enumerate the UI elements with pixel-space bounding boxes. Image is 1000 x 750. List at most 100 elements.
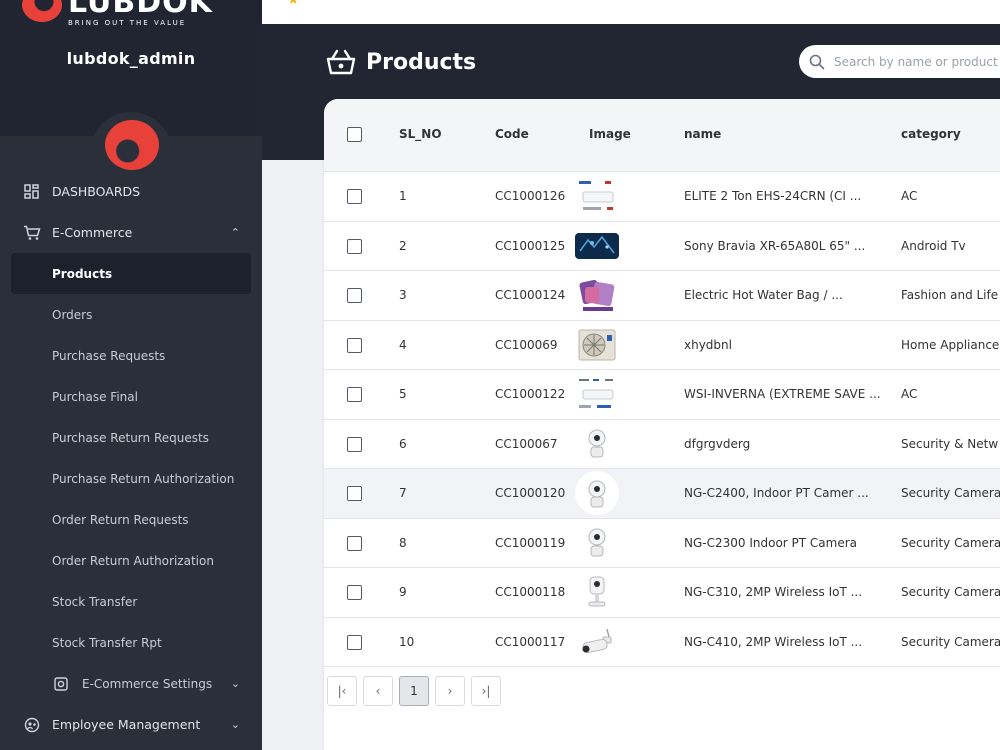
sidebar-item-stock-transfer[interactable]: Stock Transfer xyxy=(0,581,262,622)
sidebar-item-purchase-return-authorization[interactable]: Purchase Return Authorization xyxy=(0,458,262,499)
cell-category: Security Camera xyxy=(901,634,1000,649)
chevron-down-icon: ⌄ xyxy=(230,677,240,690)
page-title: Products xyxy=(326,48,476,76)
chevron-down-icon: ⌄ xyxy=(230,718,240,731)
table-header: SL_NO Code Image name category xyxy=(324,99,1000,172)
cell-name: NG-C310, 2MP Wireless IoT ... xyxy=(684,585,863,599)
tv-image xyxy=(574,226,620,266)
sidebar-item-stock-transfer-rpt[interactable]: Stock Transfer Rpt xyxy=(0,622,262,663)
table-row[interactable]: 2 CC1000125 Sony Bravia XR-65A80L 65" ..… xyxy=(324,221,1000,271)
page-title-text: Products xyxy=(366,49,477,75)
sidebar-item-label: Purchase Return Requests xyxy=(52,430,209,445)
cell-code: CC1000124 xyxy=(495,288,566,302)
sidebar-nav: DASHBOARDS E-Commerce ⌃ Products Orders … xyxy=(0,171,262,745)
star-icon[interactable]: ★ xyxy=(287,0,300,8)
sidebar-item-purchase-return-requests[interactable]: Purchase Return Requests xyxy=(0,417,262,458)
cell-name: Sony Bravia XR-65A80L 65" ... xyxy=(684,238,866,253)
sidebar-item-purchase-requests[interactable]: Purchase Requests xyxy=(0,335,262,376)
outdoor-unit-image xyxy=(574,325,620,365)
cell-code: CC100067 xyxy=(495,436,558,451)
sidebar-item-e-commerce[interactable]: E-Commerce ⌃ xyxy=(0,212,262,253)
sidebar-item-label: DASHBOARDS xyxy=(52,184,141,199)
cell-category: Fashion and Life xyxy=(901,288,999,302)
row-checkbox[interactable] xyxy=(347,634,362,650)
dashboard-icon xyxy=(23,183,41,201)
sidebar-item-label: E-Commerce xyxy=(52,225,133,240)
last-page-button[interactable]: ›| xyxy=(471,676,501,706)
sidebar-item-label: Order Return Authorization xyxy=(52,553,214,568)
cell-name: WSI-INVERNA (EXTREME SAVE ... xyxy=(684,387,881,401)
cell-name: NG-C2300 Indoor PT Camera xyxy=(684,535,858,550)
sidebar: LUBDOK BRING OUT THE VALUE lubdok_admin … xyxy=(0,0,262,750)
column-header-name[interactable]: name xyxy=(684,127,721,141)
basket-icon xyxy=(326,49,356,75)
sidebar-item-label: Products xyxy=(52,266,113,281)
first-page-button[interactable]: |‹ xyxy=(327,676,357,706)
camera-image xyxy=(574,523,620,563)
sidebar-item-employee-management[interactable]: Employee Management ⌄ xyxy=(0,704,262,745)
sidebar-item-label: Stock Transfer xyxy=(52,594,138,609)
ac-unit-image xyxy=(574,176,620,216)
cell-sl-no: 8 xyxy=(399,535,407,550)
column-header-image[interactable]: Image xyxy=(589,127,631,141)
row-checkbox[interactable] xyxy=(347,387,362,402)
table-row[interactable]: 7 CC1000120 NG-C2400, Indoor PT Camer ..… xyxy=(324,469,1000,519)
avatar-logo-icon xyxy=(105,120,159,170)
table-row[interactable]: 4 CC100069 xhydbnl Home Appliance xyxy=(324,320,1000,370)
avatar[interactable] xyxy=(90,112,172,170)
cart-icon xyxy=(23,224,41,242)
row-checkbox[interactable] xyxy=(347,585,362,600)
row-checkbox[interactable] xyxy=(347,238,362,254)
previous-page-button[interactable]: ‹ xyxy=(363,676,393,706)
sidebar-item-label: Purchase Final xyxy=(52,389,138,404)
brand-logo[interactable]: LUBDOK BRING OUT THE VALUE xyxy=(22,0,213,27)
table-row[interactable]: 6 CC100067 dfgrgvderg Security & Netw xyxy=(324,419,1000,469)
cell-category: Security & Netw xyxy=(901,436,999,451)
row-checkbox[interactable] xyxy=(347,337,362,353)
table-row[interactable]: 10 CC1000117 NG-C410, 2MP Wireless IoT .… xyxy=(324,617,1000,667)
sidebar-item-orders[interactable]: Orders xyxy=(0,294,262,335)
table-row[interactable]: 3 CC1000124 Electric Hot Water Bag / ...… xyxy=(324,271,1000,321)
top-bar: ★ xyxy=(262,0,1000,24)
sidebar-item-order-return-requests[interactable]: Order Return Requests xyxy=(0,499,262,540)
row-checkbox[interactable] xyxy=(347,189,362,204)
sidebar-item-label: Orders xyxy=(52,307,93,322)
cell-code: CC1000118 xyxy=(495,585,566,599)
row-checkbox[interactable] xyxy=(347,535,362,551)
table-row[interactable]: 9 CC1000118 NG-C310, 2MP Wireless IoT ..… xyxy=(324,568,1000,618)
sidebar-item-e-commerce-settings[interactable]: E-Commerce Settings ⌄ xyxy=(0,663,262,704)
cell-name: ELITE 2 Ton EHS-24CRN (CI ... xyxy=(684,189,862,203)
row-checkbox[interactable] xyxy=(347,436,362,452)
column-header-sl-no[interactable]: SL_NO xyxy=(399,127,442,141)
search-box[interactable] xyxy=(799,45,1000,78)
column-header-code[interactable]: Code xyxy=(495,127,529,141)
cell-category: AC xyxy=(901,189,918,203)
search-input[interactable] xyxy=(834,54,1000,69)
cell-code: CC1000122 xyxy=(495,387,566,401)
select-all-checkbox[interactable] xyxy=(347,127,362,142)
row-checkbox[interactable] xyxy=(347,288,362,303)
sidebar-item-label: E-Commerce Settings xyxy=(82,676,213,691)
table-row[interactable]: 8 CC1000119 NG-C2300 Indoor PT Camera Se… xyxy=(324,518,1000,568)
column-header-category[interactable]: category xyxy=(901,127,961,141)
next-page-button[interactable]: › xyxy=(435,676,465,706)
cell-sl-no: 1 xyxy=(399,189,407,203)
sidebar-item-purchase-final[interactable]: Purchase Final xyxy=(0,376,262,417)
row-checkbox[interactable] xyxy=(347,486,362,501)
products-table: SL_NO Code Image name category 1 CC10001… xyxy=(324,99,1000,750)
sidebar-item-label: Purchase Return Authorization xyxy=(52,471,235,486)
cell-sl-no: 3 xyxy=(399,288,407,302)
cell-code: CC1000126 xyxy=(495,189,566,203)
cell-code: CC1000120 xyxy=(495,486,566,500)
cell-code: CC1000117 xyxy=(495,634,566,649)
table-row[interactable]: 5 CC1000122 WSI-INVERNA (EXTREME SAVE ..… xyxy=(324,370,1000,420)
sidebar-item-products[interactable]: Products xyxy=(11,253,251,294)
search-icon xyxy=(809,54,825,69)
brand-name: LUBDOK xyxy=(68,0,213,20)
page-number-button[interactable]: 1 xyxy=(399,676,429,706)
cell-sl-no: 4 xyxy=(399,337,407,352)
sidebar-item-order-return-authorization[interactable]: Order Return Authorization xyxy=(0,540,262,581)
table-row[interactable]: 1 CC1000126 ELITE 2 Ton EHS-24CRN (CI ..… xyxy=(324,172,1000,222)
sidebar-item-dashboards[interactable]: DASHBOARDS xyxy=(0,171,262,212)
cell-sl-no: 9 xyxy=(399,585,407,599)
